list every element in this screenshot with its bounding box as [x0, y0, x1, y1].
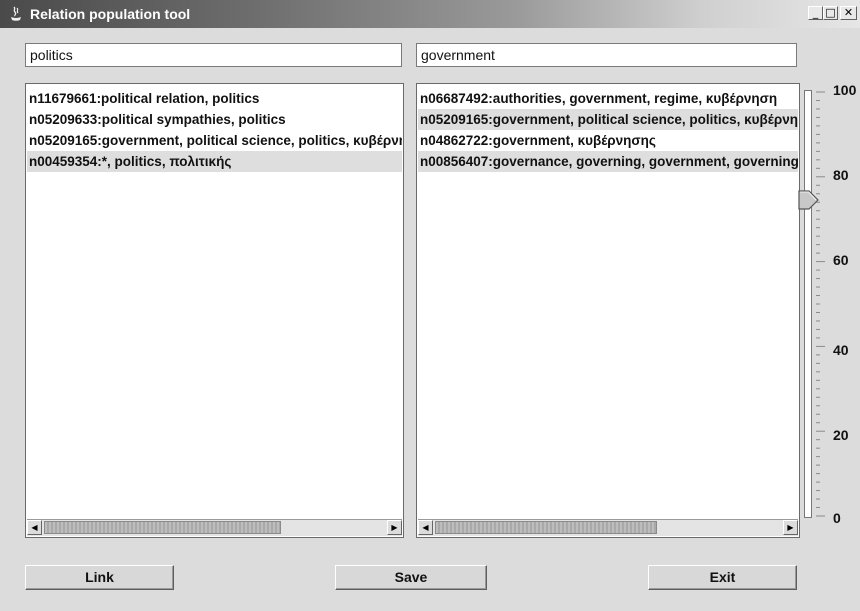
- right-horizontal-scrollbar[interactable]: ◀ ▶: [418, 519, 798, 536]
- right-scroll-thumb[interactable]: [435, 521, 657, 534]
- threshold-slider-track[interactable]: [804, 90, 812, 518]
- slider-label-40: 40: [833, 342, 849, 358]
- left-list-item-4[interactable]: n00459354:*, politics, πολιτικής: [27, 151, 402, 172]
- java-app-icon: [11, 6, 21, 21]
- slider-label-60: 60: [833, 252, 849, 268]
- left-list-item-3[interactable]: n05209165:government, political science,…: [27, 130, 402, 151]
- window-title: Relation population tool: [30, 6, 191, 22]
- slider-label-100: 100: [833, 82, 857, 98]
- slider-label-20: 20: [833, 427, 849, 443]
- scroll-right-arrow-icon[interactable]: ▶: [783, 520, 798, 535]
- slider-label-80: 80: [833, 167, 849, 183]
- slider-thumb[interactable]: [796, 188, 820, 212]
- scroll-left-arrow-icon[interactable]: ◀: [418, 520, 433, 535]
- left-search-input[interactable]: [25, 43, 402, 67]
- maximize-button[interactable]: □: [823, 6, 838, 20]
- left-list-item-1[interactable]: n11679661:political relation, politics: [27, 88, 402, 109]
- close-button[interactable]: ✕: [840, 6, 857, 20]
- save-button[interactable]: Save: [335, 565, 487, 590]
- scroll-right-arrow-icon[interactable]: ▶: [387, 520, 402, 535]
- right-list-item-3[interactable]: n04862722:government, κυβέρνησης: [418, 130, 798, 151]
- right-list-item-1[interactable]: n06687492:authorities, government, regim…: [418, 88, 798, 109]
- minimize-button[interactable]: _: [808, 6, 823, 20]
- app-window: Relation population tool _ □ ✕ n11679661…: [0, 0, 860, 611]
- right-search-input[interactable]: [416, 43, 797, 67]
- left-list-item-2[interactable]: n05209633:political sympathies, politics: [27, 109, 402, 130]
- right-list-item-2[interactable]: n05209165:government, political science,…: [418, 109, 798, 130]
- left-horizontal-scrollbar[interactable]: ◀ ▶: [27, 519, 402, 536]
- link-button[interactable]: Link: [25, 565, 174, 590]
- scroll-left-arrow-icon[interactable]: ◀: [27, 520, 42, 535]
- title-bar[interactable]: Relation population tool _ □ ✕: [0, 0, 860, 28]
- right-list-item-4[interactable]: n00856407:governance, governing, governm…: [418, 151, 798, 172]
- exit-button[interactable]: Exit: [648, 565, 797, 590]
- right-synset-list[interactable]: n06687492:authorities, government, regim…: [416, 83, 800, 538]
- slider-label-0: 0: [833, 510, 841, 526]
- left-scroll-thumb[interactable]: [44, 521, 281, 534]
- left-synset-list[interactable]: n11679661:political relation, politics n…: [25, 83, 404, 538]
